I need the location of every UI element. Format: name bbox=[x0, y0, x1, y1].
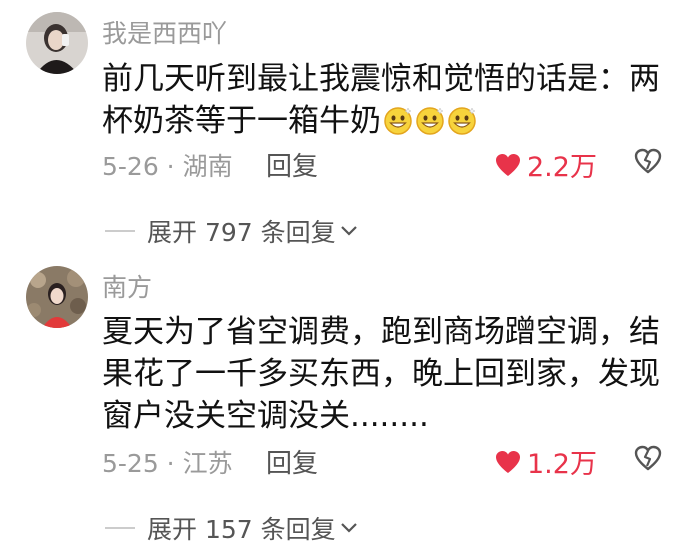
grinning-face-icon bbox=[447, 104, 477, 146]
comment-text: 前几天听到最让我震惊和觉悟的话是：两杯奶茶等于一箱牛奶 bbox=[102, 58, 662, 146]
comment-text: 夏天为了省空调费，跑到商场蹭空调，结果花了一千多买东西，晚上回到家，发现窗户没关… bbox=[102, 311, 662, 437]
like-count: 2.2万 bbox=[527, 152, 597, 183]
reply-button[interactable]: 回复 bbox=[266, 443, 318, 480]
expand-replies-label: 展开 157 条回复 bbox=[147, 515, 336, 544]
expand-replies-label: 展开 797 条回复 bbox=[147, 218, 336, 247]
date-location: 5-25 · 江苏 bbox=[102, 449, 233, 478]
comment-body: 前几天听到最让我震惊和觉悟的话是：两杯奶茶等于一箱牛奶 bbox=[102, 61, 660, 139]
grinning-face-icon bbox=[415, 104, 445, 146]
avatar-image bbox=[26, 12, 88, 74]
broken-heart-icon bbox=[634, 445, 662, 471]
dislike-button[interactable] bbox=[634, 148, 662, 178]
heart-icon bbox=[496, 153, 520, 176]
like-button[interactable]: 1.2万 bbox=[495, 442, 597, 481]
dislike-button[interactable] bbox=[634, 445, 662, 475]
reply-button[interactable]: 回复 bbox=[266, 146, 318, 183]
like-button[interactable]: 2.2万 bbox=[495, 145, 597, 184]
username[interactable]: 我是西西吖 bbox=[102, 14, 227, 50]
expand-replies[interactable]: 展开 797 条回复 bbox=[105, 213, 358, 249]
divider-line bbox=[105, 527, 135, 529]
broken-heart-icon bbox=[634, 148, 662, 174]
like-count: 1.2万 bbox=[527, 449, 597, 480]
username[interactable]: 南方 bbox=[102, 268, 152, 304]
avatar[interactable] bbox=[26, 266, 88, 328]
chevron-down-icon bbox=[340, 226, 357, 236]
chevron-down-icon bbox=[340, 523, 357, 533]
grinning-face-icon bbox=[383, 104, 413, 146]
avatar[interactable] bbox=[26, 12, 88, 74]
heart-icon bbox=[496, 450, 520, 473]
comment-body: 夏天为了省空调费，跑到商场蹭空调，结果花了一千多买东西，晚上回到家，发现窗户没关… bbox=[102, 314, 660, 434]
date-location: 5-26 · 湖南 bbox=[102, 152, 233, 181]
divider-line bbox=[105, 230, 135, 232]
expand-replies[interactable]: 展开 157 条回复 bbox=[105, 510, 358, 546]
avatar-image bbox=[26, 266, 88, 328]
